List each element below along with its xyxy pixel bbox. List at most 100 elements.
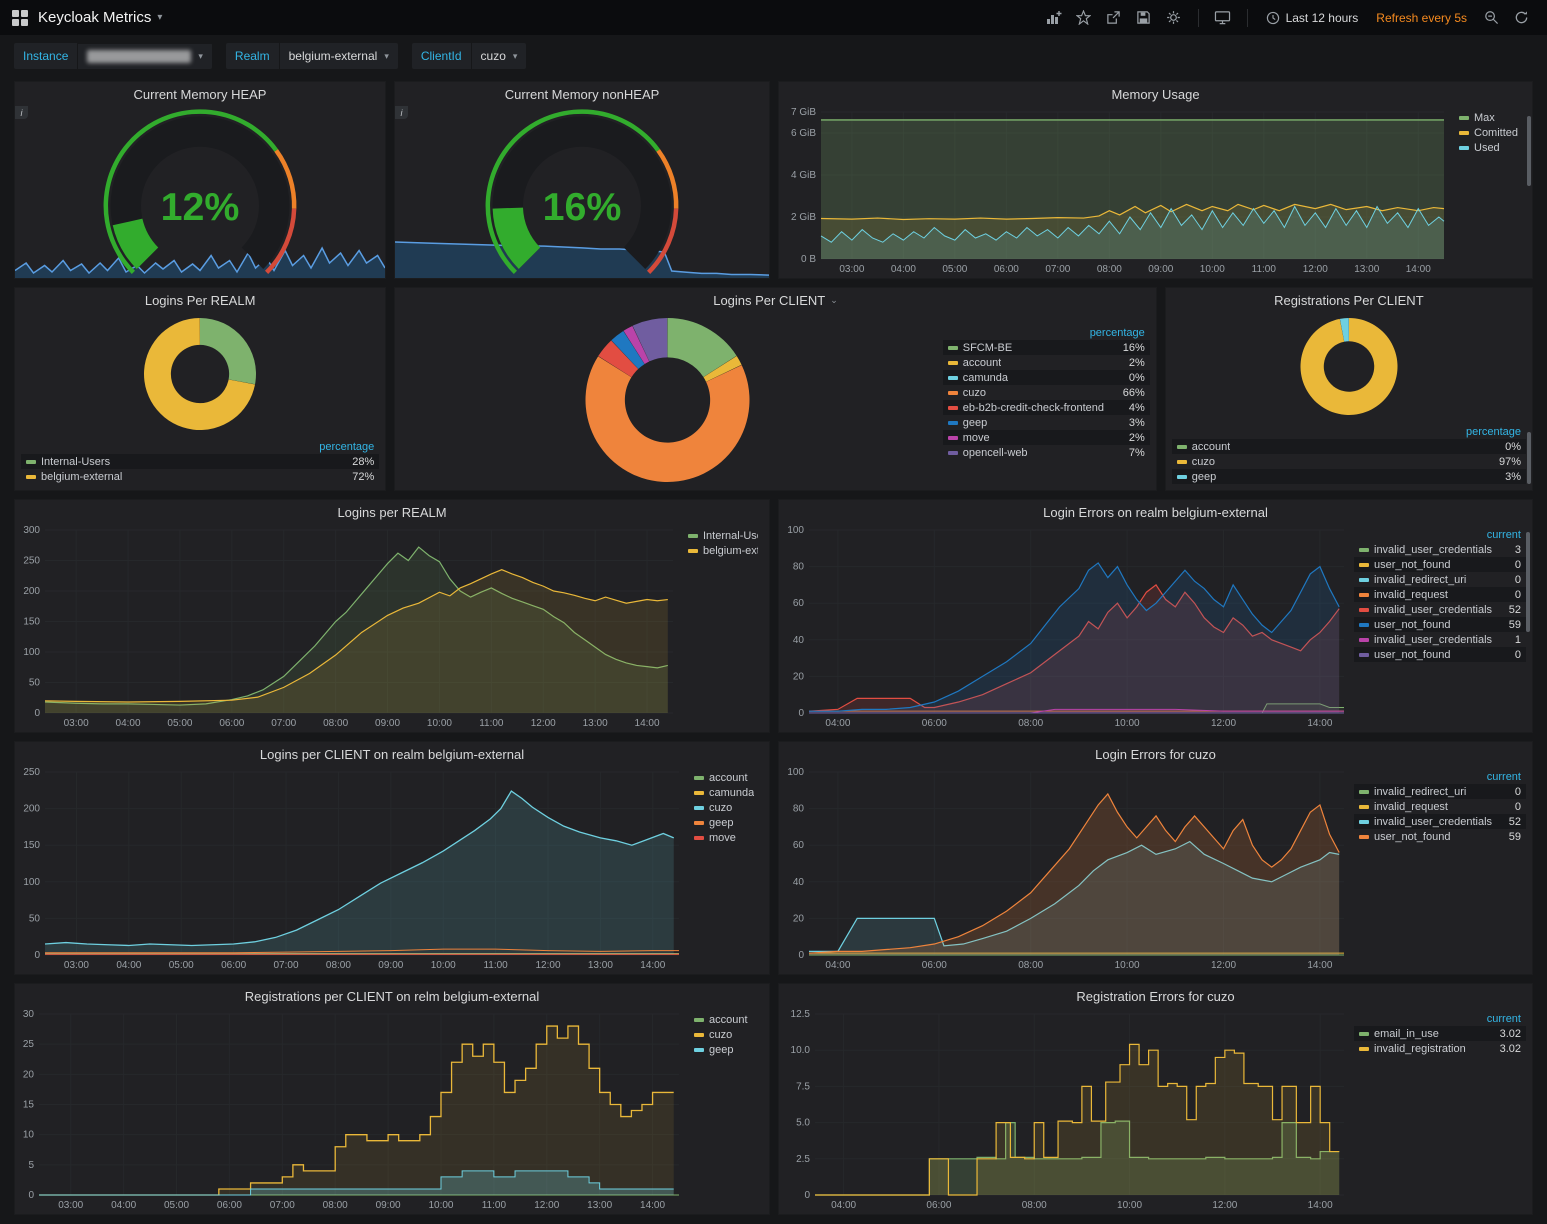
top-navbar: Keycloak Metrics ▾ Last 12 hours Refresh…	[0, 0, 1547, 35]
login-errors-realm-chart[interactable]: 04:0006:0008:0010:0012:0014:000204060801…	[781, 524, 1350, 730]
refresh-interval-picker[interactable]: Refresh every 5s	[1368, 11, 1475, 25]
heap-gauge[interactable]: 12%	[15, 106, 385, 278]
svg-text:14:00: 14:00	[640, 960, 665, 971]
panel-header[interactable]: Login Errors on realm belgium-external	[779, 500, 1532, 524]
logins-client-donut[interactable]	[397, 312, 938, 488]
legend-item[interactable]: invalid_user_credentials1	[1354, 632, 1526, 647]
refresh-dashboard-button[interactable]	[1507, 5, 1535, 31]
legend-item[interactable]: invalid_redirect_uri0	[1354, 784, 1526, 799]
legend-item[interactable]: account2%	[943, 355, 1150, 370]
series-current-value: 0	[1507, 574, 1521, 586]
legend-item[interactable]: Used	[1454, 140, 1526, 155]
settings-button[interactable]	[1160, 5, 1188, 31]
panel-header[interactable]: Registration Errors for cuzo	[779, 984, 1532, 1008]
scrollbar[interactable]	[1527, 432, 1531, 484]
svg-text:50: 50	[29, 913, 41, 924]
svg-text:20: 20	[23, 1069, 35, 1080]
add-panel-button[interactable]	[1040, 5, 1068, 31]
svg-text:03:00: 03:00	[58, 1200, 83, 1211]
legend-item[interactable]: invalid_request0	[1354, 587, 1526, 602]
legend-item[interactable]: cuzo	[689, 800, 763, 815]
svg-text:08:00: 08:00	[1018, 718, 1043, 729]
panel-logins-per-client-pie: Logins Per CLIENT ⌄ percentageSFCM-BE16%…	[394, 287, 1156, 491]
save-button[interactable]	[1130, 5, 1158, 31]
legend-item[interactable]: belgium-external72%	[21, 469, 379, 484]
series-label: geep	[709, 1044, 733, 1056]
panel-header[interactable]: Logins per CLIENT on realm belgium-exter…	[15, 742, 769, 766]
svg-text:13:00: 13:00	[588, 960, 613, 971]
legend-item[interactable]: opencell-web7%	[943, 445, 1150, 460]
legend-item[interactable]: invalid_user_credentials3	[1354, 542, 1526, 557]
svg-text:5.0: 5.0	[796, 1118, 810, 1129]
panel-menu-caret-icon[interactable]: ⌄	[830, 295, 838, 306]
legend-item[interactable]: camunda0%	[943, 370, 1150, 385]
legend-item[interactable]: move2%	[943, 430, 1150, 445]
memory-usage-chart[interactable]: 03:0004:0005:0006:0007:0008:0009:0010:00…	[781, 106, 1450, 276]
panel-header[interactable]: Login Errors for cuzo	[779, 742, 1532, 766]
dashboard-title-button[interactable]: Keycloak Metrics ▾	[38, 9, 162, 26]
panel-header[interactable]: Memory Usage	[779, 82, 1532, 106]
panel-header[interactable]: Current Memory HEAP	[15, 82, 385, 106]
logins-realm-ts-chart[interactable]: 03:0004:0005:0006:0007:0008:0009:0010:00…	[17, 524, 679, 730]
legend-item[interactable]: geep3%	[943, 415, 1150, 430]
legend-item[interactable]: invalid_user_credentials52	[1354, 814, 1526, 829]
legend-item[interactable]: Internal-Users28%	[21, 454, 379, 469]
panel-header[interactable]: Registrations per CLIENT on relm belgium…	[15, 984, 769, 1008]
svg-text:14:00: 14:00	[1406, 264, 1431, 275]
legend-item[interactable]: account0%	[1172, 439, 1526, 454]
clientid-dropdown[interactable]: cuzo ▾	[472, 43, 527, 69]
registration-errors-cuzo-chart[interactable]: 04:0006:0008:0010:0012:0014:0002.55.07.5…	[781, 1008, 1350, 1212]
legend-item[interactable]: user_not_found0	[1354, 557, 1526, 572]
logins-realm-donut[interactable]	[17, 312, 383, 436]
legend-item[interactable]: cuzo	[689, 1027, 763, 1042]
panel-header[interactable]: Registrations Per CLIENT	[1168, 288, 1530, 312]
info-icon[interactable]: i	[395, 106, 408, 119]
panel-header[interactable]: Logins per REALM	[15, 500, 769, 524]
registrations-client-ts-chart[interactable]: 03:0004:0005:0006:0007:0008:0009:0010:00…	[17, 1008, 685, 1212]
legend-item[interactable]: belgium-external	[683, 543, 763, 558]
legend-item[interactable]: invalid_registration3.02	[1354, 1041, 1526, 1056]
panel-header[interactable]: Logins Per REALM	[15, 288, 385, 312]
legend-item[interactable]: camunda	[689, 785, 763, 800]
zoom-out-button[interactable]	[1477, 5, 1505, 31]
legend-item[interactable]: geep	[689, 1042, 763, 1057]
legend-item[interactable]: cuzo66%	[943, 385, 1150, 400]
legend-item[interactable]: geep3%	[1172, 469, 1526, 484]
legend-header: percentage	[943, 326, 1150, 340]
cycle-view-button[interactable]	[1209, 5, 1237, 31]
panel-header[interactable]: Logins Per CLIENT ⌄	[395, 288, 1155, 312]
legend-item[interactable]: Max	[1454, 110, 1526, 125]
realm-dropdown[interactable]: belgium-external ▾	[280, 43, 398, 69]
legend-item[interactable]: SFCM-BE16%	[943, 340, 1150, 355]
legend-item[interactable]: move	[689, 830, 763, 845]
legend-item[interactable]: account	[689, 770, 763, 785]
login-errors-cuzo-chart[interactable]: 04:0006:0008:0010:0012:0014:000204060801…	[781, 766, 1350, 972]
scrollbar[interactable]	[1527, 116, 1531, 186]
instance-dropdown[interactable]: ▾	[78, 44, 212, 69]
legend-item[interactable]: invalid_user_credentials52	[1354, 602, 1526, 617]
nonheap-gauge[interactable]: 16%	[395, 106, 769, 278]
legend-item[interactable]: invalid_request0	[1354, 799, 1526, 814]
star-button[interactable]	[1070, 5, 1098, 31]
legend-item[interactable]: user_not_found59	[1354, 617, 1526, 632]
legend-item[interactable]: cuzo97%	[1172, 454, 1526, 469]
grafana-logo-icon[interactable]	[12, 10, 28, 26]
legend-item[interactable]: user_not_found0	[1354, 647, 1526, 662]
legend-item[interactable]: invalid_redirect_uri0	[1354, 572, 1526, 587]
legend-item[interactable]: Comitted	[1454, 125, 1526, 140]
legend-item[interactable]: account	[689, 1012, 763, 1027]
star-icon	[1076, 10, 1091, 25]
registrations-client-donut[interactable]	[1168, 312, 1530, 421]
scrollbar[interactable]	[1526, 532, 1530, 632]
time-range-picker[interactable]: Last 12 hours	[1258, 5, 1367, 31]
series-color-icon	[694, 1018, 704, 1022]
legend-item[interactable]: eb-b2b-credit-check-frontend4%	[943, 400, 1150, 415]
share-button[interactable]	[1100, 5, 1128, 31]
legend-item[interactable]: email_in_use3.02	[1354, 1026, 1526, 1041]
info-icon[interactable]: i	[15, 106, 28, 119]
legend-item[interactable]: Internal-Users	[683, 528, 763, 543]
panel-header[interactable]: Current Memory nonHEAP	[395, 82, 769, 106]
logins-client-ts-chart[interactable]: 03:0004:0005:0006:0007:0008:0009:0010:00…	[17, 766, 685, 972]
legend-item[interactable]: user_not_found59	[1354, 829, 1526, 844]
legend-item[interactable]: geep	[689, 815, 763, 830]
